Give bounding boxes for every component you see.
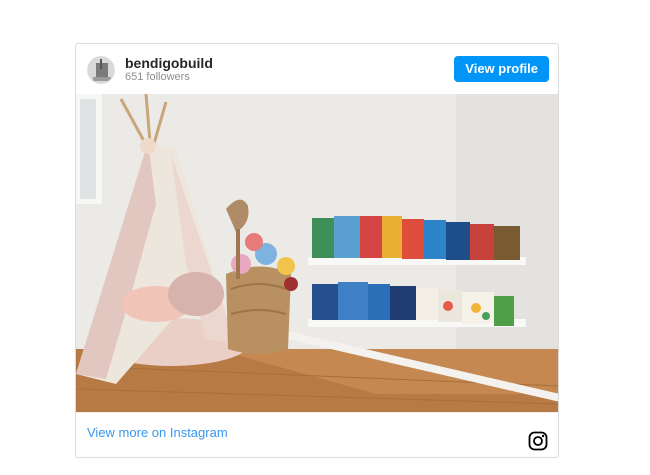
- kids-room-photo: [76, 94, 558, 412]
- embed-header: bendigobuild 651 followers View profile: [76, 44, 558, 94]
- view-more-link[interactable]: View more on Instagram: [87, 425, 228, 440]
- profile-avatar[interactable]: [87, 56, 115, 84]
- instagram-embed: bendigobuild 651 followers View profile: [75, 43, 559, 458]
- follower-count: 651 followers: [125, 71, 190, 83]
- view-profile-button[interactable]: View profile: [454, 56, 549, 82]
- profile-username[interactable]: bendigobuild: [125, 55, 213, 71]
- post-image[interactable]: [76, 94, 558, 412]
- instagram-icon[interactable]: [528, 431, 548, 451]
- embed-footer: View more on Instagram: [76, 412, 558, 457]
